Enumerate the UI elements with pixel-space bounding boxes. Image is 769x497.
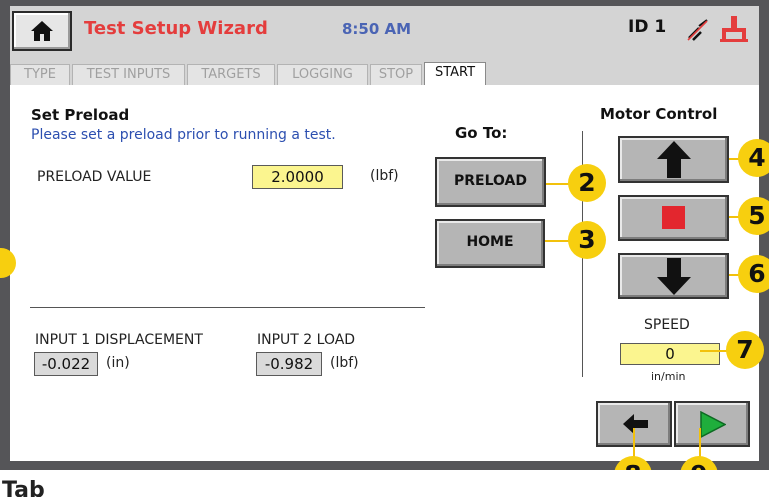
tab-test-inputs[interactable]: TEST INPUTS [72, 64, 185, 85]
callout-3: 3 [568, 221, 606, 259]
home-nav-button[interactable]: HOME [435, 219, 545, 268]
load-frame-icon [720, 16, 748, 42]
stop-button[interactable] [618, 195, 729, 241]
callout-2: 2 [568, 164, 606, 202]
home-button[interactable] [12, 11, 72, 51]
callout-partial-marker [0, 248, 16, 278]
input2-label: INPUT 2 LOAD [257, 332, 356, 348]
section-divider [30, 307, 425, 308]
goto-title: Go To: [455, 124, 508, 142]
tab-start[interactable]: START [424, 62, 486, 85]
callout-6: 6 [738, 255, 769, 293]
input2-value: -0.982 [256, 352, 322, 376]
start-panel: Set Preload Please set a preload prior t… [0, 85, 759, 461]
footer-heading: Tab [2, 478, 45, 497]
arrow-left-icon [623, 414, 648, 434]
jog-down-button[interactable] [618, 253, 729, 299]
callout-7: 7 [726, 331, 764, 369]
jog-up-button[interactable] [618, 136, 729, 183]
device-screen-frame: Test Setup Wizard 8:50 AM ID 1 TYPE TEST… [0, 0, 769, 470]
touch-screen: Test Setup Wizard 8:50 AM ID 1 TYPE TEST… [0, 6, 759, 461]
tab-logging[interactable]: LOGGING [277, 64, 368, 85]
set-preload-title: Set Preload [31, 106, 130, 124]
device-id: ID 1 [628, 17, 667, 37]
run-test-button[interactable] [674, 401, 750, 447]
callout-3-leader [545, 240, 569, 242]
tab-type[interactable]: TYPE [10, 64, 70, 85]
speed-field[interactable]: 0 [620, 343, 720, 365]
input2-unit: (lbf) [330, 355, 359, 371]
app-title: Test Setup Wizard [84, 18, 268, 39]
speed-label: SPEED [644, 317, 690, 333]
home-icon [31, 21, 53, 41]
title-bar: Test Setup Wizard 8:50 AM ID 1 [10, 6, 759, 58]
callout-4: 4 [738, 139, 769, 177]
preload-unit: (lbf) [370, 168, 399, 184]
home-nav-button-label: HOME [466, 234, 514, 250]
preload-value-field[interactable]: 2.0000 [252, 165, 343, 189]
preload-hint: Please set a preload prior to running a … [31, 127, 336, 143]
arrow-up-icon [657, 141, 691, 178]
page-footer: Tab [0, 470, 769, 497]
input1-unit: (in) [106, 355, 130, 371]
tab-stop[interactable]: STOP [370, 64, 422, 85]
speed-unit: in/min [651, 370, 686, 383]
preload-button[interactable]: PRELOAD [435, 157, 546, 207]
tab-targets[interactable]: TARGETS [187, 64, 275, 85]
preload-button-label: PRELOAD [453, 173, 527, 189]
usb-disconnected-icon [687, 19, 708, 41]
input1-label: INPUT 1 DISPLACEMENT [35, 332, 203, 348]
input1-value: -0.022 [34, 352, 98, 376]
motor-control-title: Motor Control [600, 105, 718, 123]
play-icon [700, 411, 726, 438]
clock: 8:50 AM [342, 20, 412, 38]
stop-square-icon [662, 206, 685, 229]
callout-5: 5 [738, 197, 769, 235]
preload-value-label: PRELOAD VALUE [37, 169, 152, 185]
arrow-down-icon [657, 258, 691, 295]
callout-2-leader [546, 183, 570, 185]
tab-bar: TYPE TEST INPUTS TARGETS LOGGING STOP ST… [10, 58, 759, 85]
